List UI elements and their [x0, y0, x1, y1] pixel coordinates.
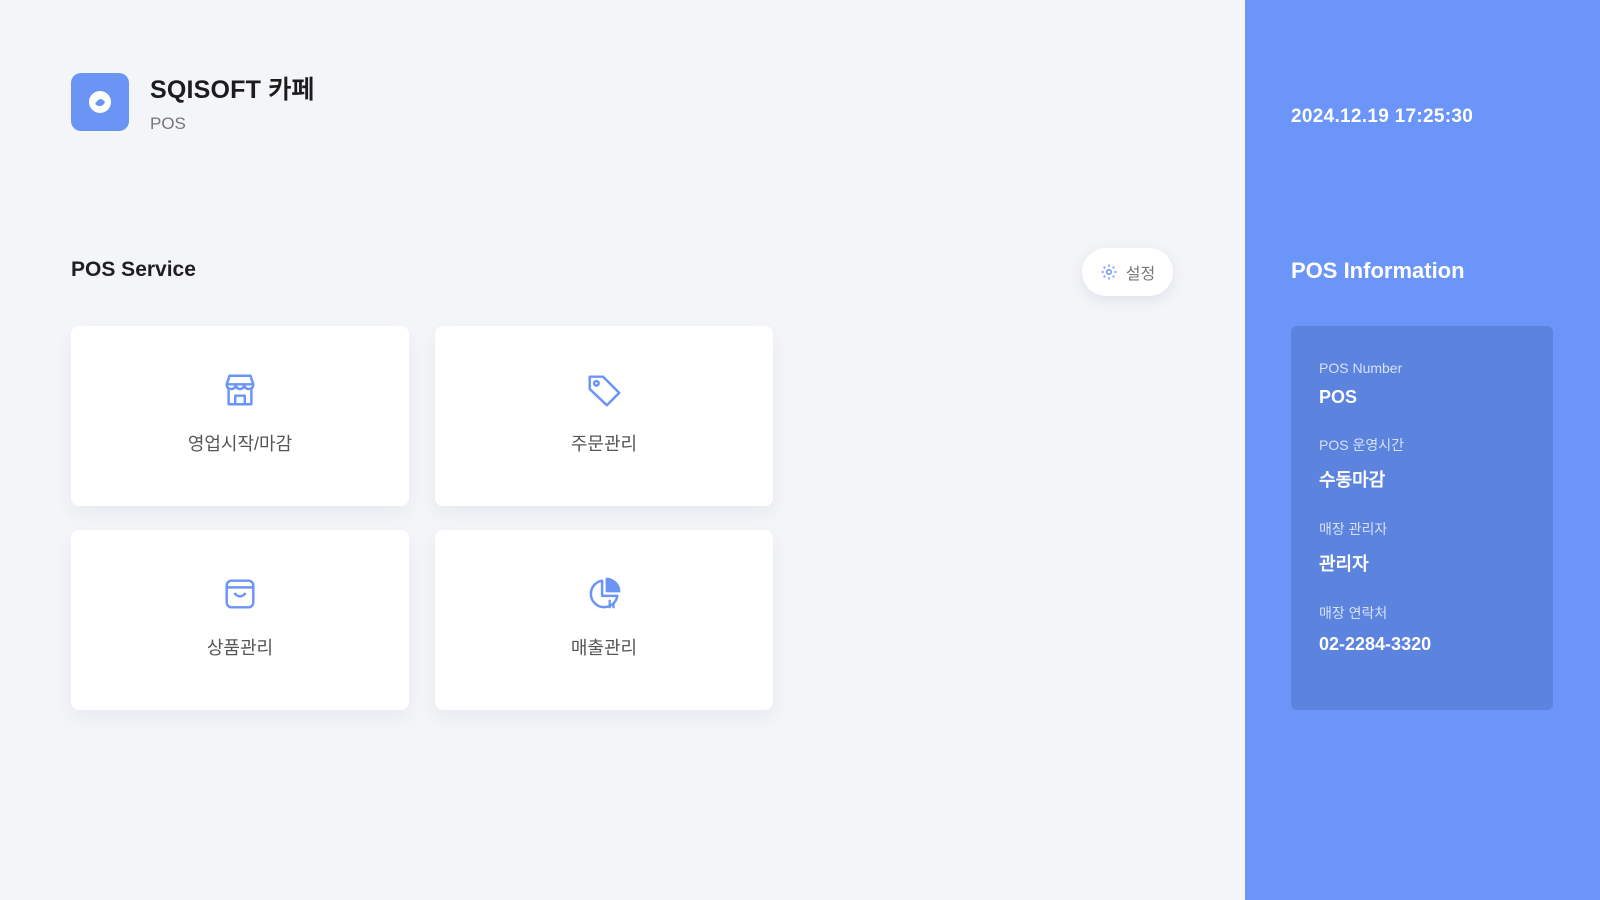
card-label: 상품관리	[206, 638, 274, 658]
info-label: POS Number	[1319, 360, 1403, 376]
card-sales-management[interactable]: 매출관리	[435, 530, 773, 710]
info-panel: POS Number POS POS 운영시간 수동마감 매장 관리자 관리자 …	[1291, 326, 1553, 710]
main-area: SQISOFT 카페 POS POS Service 설정 영업시작/마감 주문…	[0, 0, 1245, 900]
datetime: 2024.12.19 17:25:30	[1291, 106, 1474, 127]
brand-header: SQISOFT 카페 POS	[71, 70, 315, 134]
info-item-operating-hours: POS 운영시간 수동마감	[1319, 435, 1525, 492]
settings-label: 설정	[1125, 266, 1156, 283]
card-order-management[interactable]: 주문관리	[435, 326, 773, 506]
info-sidebar: 2024.12.19 17:25:30 POS Information POS …	[1245, 0, 1600, 900]
section-title: POS Service	[71, 258, 196, 281]
pie-chart-icon	[585, 572, 623, 616]
info-item-store-contact: 매장 연락처 02-2284-3320	[1319, 603, 1525, 655]
info-item-pos-number: POS Number POS	[1319, 360, 1525, 408]
info-value: 02-2284-3320	[1319, 634, 1432, 654]
app-name: SQISOFT 카페	[150, 76, 315, 104]
tag-icon	[585, 368, 623, 412]
card-product-management[interactable]: 상품관리	[71, 530, 409, 710]
info-title: POS Information	[1291, 258, 1465, 283]
info-label: POS 운영시간	[1319, 437, 1404, 453]
card-label: 영업시작/마감	[187, 434, 293, 454]
card-label: 주문관리	[570, 434, 638, 454]
settings-button[interactable]: 설정	[1082, 248, 1173, 296]
store-icon	[221, 368, 259, 412]
info-label: 매장 관리자	[1319, 521, 1388, 537]
card-label: 매출관리	[570, 638, 638, 658]
info-value: 수동마감	[1319, 470, 1386, 490]
info-item-store-manager: 매장 관리자 관리자	[1319, 519, 1525, 576]
info-value: POS	[1319, 387, 1358, 407]
shopping-bag-icon	[221, 572, 259, 616]
card-business-open-close[interactable]: 영업시작/마감	[71, 326, 409, 506]
info-label: 매장 연락처	[1319, 605, 1388, 621]
app-subtitle: POS	[150, 114, 186, 133]
info-value: 관리자	[1319, 554, 1369, 574]
cafe-logo-icon	[71, 73, 129, 131]
gear-icon	[1101, 264, 1117, 280]
